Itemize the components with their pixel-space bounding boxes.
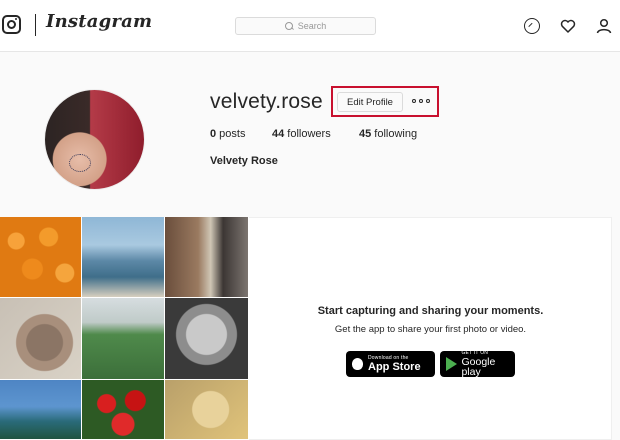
grid-photo (165, 298, 249, 380)
profile-full-name: Velvety Rose (210, 155, 278, 167)
appstore-big-text: App Store (368, 360, 421, 373)
profile-username: velvety.rose (210, 90, 323, 113)
app-store-badge[interactable]: Download on the App Store (346, 351, 435, 377)
profile-avatar[interactable] (44, 89, 145, 190)
play-icon (446, 357, 457, 371)
grid-photo (0, 217, 82, 298)
following-count: 45 (359, 128, 372, 140)
brand-divider (35, 14, 36, 36)
promo-title: Start capturing and sharing your moments… (317, 305, 544, 317)
posts-stat: 0 posts (210, 128, 245, 140)
grid-photo (0, 380, 82, 440)
grid-photo (82, 298, 165, 380)
instagram-wordmark[interactable]: Instagram (46, 11, 152, 32)
grid-photo (165, 217, 249, 298)
get-app-promo: Start capturing and sharing your moments… (249, 217, 612, 440)
top-nav: Instagram Search (0, 0, 620, 52)
googleplay-small-text: GET IT ON (461, 349, 489, 356)
following-stat[interactable]: 45 following (359, 128, 417, 140)
sample-photo-grid (0, 217, 249, 440)
grid-photo (0, 298, 82, 380)
googleplay-big-text: Google play (461, 355, 496, 378)
posts-label: posts (216, 128, 246, 140)
edit-profile-button[interactable]: Edit Profile (337, 92, 403, 112)
followers-stat[interactable]: 44 followers (272, 128, 331, 140)
avatar-tattoo (69, 154, 91, 172)
person-icon[interactable] (596, 18, 612, 34)
followers-label: followers (284, 128, 331, 140)
grid-photo (82, 217, 165, 298)
search-icon (284, 21, 294, 31)
instagram-icon[interactable] (2, 15, 21, 34)
more-options-icon[interactable] (412, 96, 432, 106)
search-input[interactable]: Search (235, 17, 376, 35)
grid-photo (165, 380, 249, 440)
compass-icon[interactable] (524, 18, 540, 34)
followers-count: 44 (272, 128, 285, 140)
google-play-badge[interactable]: GET IT ON Google play (440, 349, 515, 378)
search-placeholder: Search (297, 21, 327, 31)
promo-subtitle: Get the app to share your first photo or… (334, 324, 527, 335)
heart-icon[interactable] (560, 18, 576, 34)
apple-icon (352, 357, 364, 371)
following-label: following (371, 128, 418, 140)
appstore-small-text: Download on the (368, 354, 409, 361)
grid-photo (82, 380, 165, 440)
